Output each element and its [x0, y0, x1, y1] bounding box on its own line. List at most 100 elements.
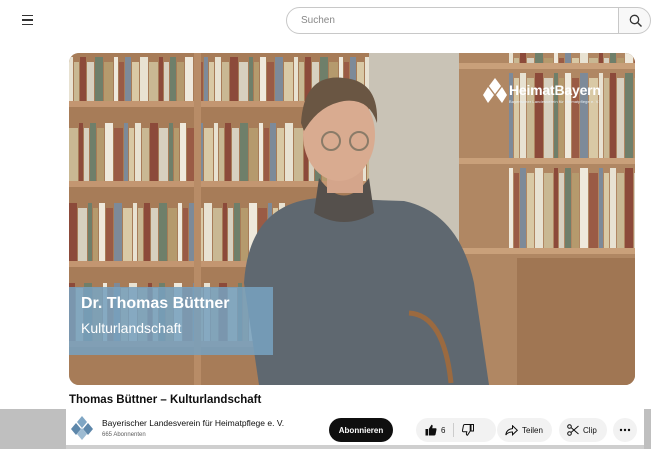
book-spine	[125, 57, 131, 101]
book-spine	[264, 128, 269, 181]
book-spine	[204, 57, 208, 101]
book-spine	[69, 128, 78, 181]
book-spine	[634, 58, 635, 63]
book-spine	[97, 128, 104, 181]
page-bottom-strip	[66, 445, 651, 449]
book-spine	[84, 128, 89, 181]
like-dislike-group: 6	[416, 418, 496, 442]
book-spine	[599, 53, 603, 63]
clip-label: Clip	[583, 425, 597, 435]
like-count: 6	[441, 425, 446, 435]
book-spine	[204, 128, 213, 181]
book-spine	[219, 128, 224, 181]
book-spine	[93, 208, 98, 261]
book-spine	[164, 62, 169, 101]
book-spine	[228, 208, 233, 261]
book-spine	[135, 123, 141, 181]
channel-avatar[interactable]	[71, 416, 93, 440]
book-spine	[535, 168, 543, 248]
lower-third: Dr. Thomas Büttner Kulturlandschaft	[69, 287, 273, 355]
book-spine	[520, 53, 526, 63]
book-spine	[159, 57, 163, 101]
book-spine	[249, 128, 258, 181]
subscribe-button[interactable]: Abonnieren	[329, 418, 393, 442]
book-spine	[159, 203, 167, 261]
book-spine	[215, 57, 221, 101]
book-spine	[78, 208, 87, 261]
search-input[interactable]	[286, 7, 619, 34]
book-spine	[69, 203, 77, 261]
speaker-topic: Kulturlandschaft	[81, 320, 182, 336]
channel-logo-icon	[71, 416, 93, 440]
book-spine	[544, 173, 553, 248]
book-spine	[249, 57, 253, 101]
book-spine	[95, 57, 103, 101]
search-button[interactable]	[618, 7, 651, 34]
book-spine	[544, 58, 553, 63]
book-spine	[634, 173, 635, 248]
page-side-left	[0, 409, 66, 449]
book-spine	[299, 62, 304, 101]
book-spine	[183, 208, 188, 261]
hamburger-menu-icon[interactable]	[22, 10, 42, 30]
book-spine	[180, 123, 186, 181]
more-actions-button[interactable]	[613, 418, 637, 442]
book-spine	[129, 128, 134, 181]
book-spine	[187, 128, 194, 181]
book-spine	[559, 58, 564, 63]
book-spine	[572, 58, 579, 63]
book-spine	[234, 203, 240, 261]
book-spine	[267, 62, 274, 101]
book-spine	[259, 123, 263, 181]
book-spine	[275, 57, 283, 101]
like-button[interactable]: 6	[416, 418, 445, 442]
logo-text: HeimatBayern	[509, 82, 601, 98]
scissors-icon	[567, 424, 579, 436]
dislike-button[interactable]	[454, 418, 482, 442]
book-spine	[230, 57, 238, 101]
book-spine	[106, 208, 113, 261]
book-spine	[168, 208, 177, 261]
share-label: Teilen	[522, 425, 543, 435]
book-spine	[634, 78, 635, 158]
book-spine	[149, 62, 158, 101]
book-spine	[225, 123, 231, 181]
book-spine	[90, 123, 96, 181]
book-spine	[204, 203, 212, 261]
subscriber-count: 665 Abonnenten	[102, 432, 146, 438]
thumbs-up-icon	[425, 424, 437, 436]
book-spine	[119, 62, 124, 101]
top-bar	[0, 0, 651, 40]
book-spine	[589, 58, 598, 63]
clip-button[interactable]: Clip	[559, 418, 607, 442]
book-spine	[214, 123, 218, 181]
book-spine	[241, 208, 248, 261]
book-spine	[554, 168, 558, 248]
book-spine	[514, 173, 519, 248]
book-spine	[625, 73, 633, 158]
channel-name[interactable]: Bayerischer Landesverein für Heimatpfleg…	[102, 418, 284, 428]
book-spine	[559, 173, 564, 248]
book-spine	[617, 58, 624, 63]
book-spine	[140, 57, 148, 101]
thumbs-down-icon	[462, 424, 475, 436]
book-spine	[240, 123, 248, 181]
book-spine	[604, 173, 609, 248]
video-player[interactable]: HeimatBayern Bayerischer Landesverein fü…	[69, 53, 635, 385]
book-spine	[527, 58, 534, 63]
book-spine	[285, 123, 293, 181]
share-button[interactable]: Teilen	[497, 418, 552, 442]
book-spine	[239, 62, 248, 101]
book-spine	[99, 203, 105, 261]
book-spine	[169, 123, 173, 181]
book-spine	[185, 57, 193, 101]
book-spine	[174, 128, 179, 181]
logo-mark-icon	[483, 78, 507, 103]
book-spine	[254, 62, 259, 101]
book-spine	[625, 53, 633, 63]
book-spine	[610, 53, 616, 63]
book-spine	[105, 123, 113, 181]
book-spine	[79, 123, 83, 181]
book-spine	[177, 62, 184, 101]
book-spine	[87, 62, 94, 101]
